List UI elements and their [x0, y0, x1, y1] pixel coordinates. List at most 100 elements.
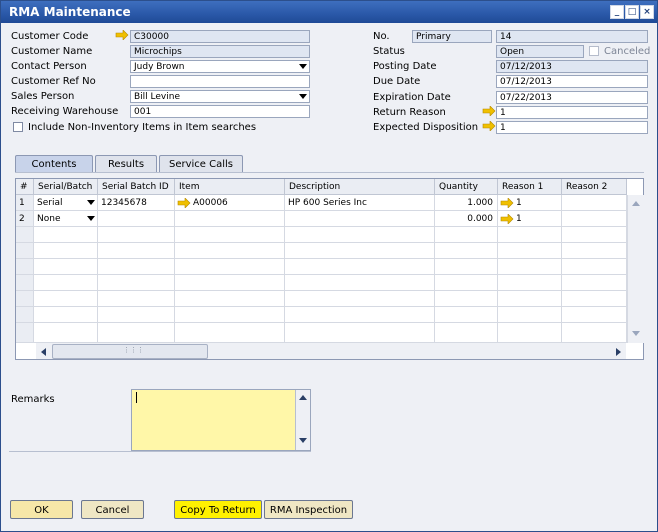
serial-batch-select[interactable]: None [34, 211, 98, 227]
column-header-reason-1[interactable]: Reason 1 [498, 179, 562, 195]
reason-2-cell[interactable] [562, 211, 627, 227]
tab-divider [15, 172, 644, 173]
remarks-textarea[interactable] [131, 389, 311, 451]
no-label: No. [373, 31, 390, 42]
sales-person-label: Sales Person [11, 91, 75, 102]
scroll-up-icon[interactable] [631, 199, 641, 207]
column-header-description[interactable]: Description [285, 179, 435, 195]
posting-date-label: Posting Date [373, 61, 437, 72]
scroll-down-icon[interactable] [298, 437, 308, 445]
horizontal-scrollbar[interactable]: ⋮⋮⋮ [36, 343, 626, 359]
include-noninv-checkbox[interactable] [13, 122, 23, 132]
column-header-reason-2[interactable]: Reason 2 [562, 179, 627, 195]
vertical-scrollbar[interactable] [627, 195, 644, 343]
sales-person-value: Bill Levine [134, 92, 180, 102]
horizontal-scroll-thumb[interactable]: ⋮⋮⋮ [52, 344, 208, 359]
maximize-icon[interactable]: □ [625, 5, 639, 19]
return-reason-field[interactable]: 1 [496, 106, 648, 119]
column-header-serial-batch[interactable]: Serial/Batch [34, 179, 98, 195]
customer-code-field[interactable]: C30000 [130, 30, 310, 43]
customer-ref-label: Customer Ref No [11, 76, 96, 87]
quantity-cell[interactable]: 0.000 [435, 211, 498, 227]
ok-button[interactable]: OK [10, 500, 73, 519]
grid-lines [97, 227, 562, 343]
sales-person-select[interactable]: Bill Levine [130, 90, 310, 103]
due-date-label: Due Date [373, 76, 421, 87]
quantity-cell[interactable]: 1.000 [435, 195, 498, 211]
series-field[interactable]: Primary [412, 30, 492, 43]
chevron-down-icon[interactable] [87, 200, 95, 205]
remarks-label: Remarks [11, 394, 55, 405]
row-number[interactable]: 2 [16, 211, 34, 227]
item-code: A00006 [193, 198, 228, 208]
reason-1-cell[interactable]: 1 [498, 211, 562, 227]
contact-person-label: Contact Person [11, 61, 87, 72]
close-icon[interactable]: × [640, 5, 654, 19]
reason-1-value: 1 [516, 214, 522, 224]
return-reason-label: Return Reason [373, 107, 446, 118]
customer-ref-field[interactable] [130, 75, 310, 88]
expected-disposition-field[interactable]: 1 [496, 121, 648, 134]
expiration-date-field[interactable]: 07/22/2013 [496, 91, 648, 104]
contact-person-select[interactable]: Judy Brown [130, 60, 310, 73]
serial-batch-value: None [37, 214, 61, 224]
item-cell[interactable]: A00006 [175, 195, 285, 211]
scroll-right-icon[interactable] [615, 347, 623, 357]
remarks-divider [9, 451, 311, 452]
link-arrow-icon[interactable] [500, 214, 514, 224]
copy-to-return-button[interactable]: Copy To Return [174, 500, 262, 519]
status-label: Status [373, 46, 405, 57]
link-arrow-icon[interactable] [500, 198, 514, 208]
item-cell[interactable] [175, 211, 285, 227]
column-header-quantity[interactable]: Quantity [435, 179, 498, 195]
receiving-warehouse-field[interactable]: 001 [130, 105, 310, 118]
document-number-field[interactable]: 14 [496, 30, 648, 43]
due-date-field[interactable]: 07/12/2013 [496, 75, 648, 88]
column-header-serial-batch-id[interactable]: Serial Batch ID [98, 179, 175, 195]
remarks-scrollbar[interactable] [295, 390, 310, 450]
row-number[interactable]: 1 [16, 195, 34, 211]
chevron-down-icon[interactable] [299, 94, 307, 99]
customer-name-label: Customer Name [11, 46, 93, 57]
title-bar[interactable]: RMA Maintenance _ □ × [1, 1, 657, 23]
column-header-item[interactable]: Item [175, 179, 285, 195]
description-cell[interactable] [285, 211, 435, 227]
column-header-number[interactable]: # [16, 179, 34, 195]
canceled-label: Canceled [604, 46, 651, 57]
link-arrow-icon[interactable] [482, 121, 496, 131]
serial-batch-select[interactable]: Serial [34, 195, 98, 211]
tab-results[interactable]: Results [95, 155, 157, 172]
grip-icon: ⋮⋮⋮ [123, 346, 144, 354]
scroll-down-icon[interactable] [631, 330, 641, 338]
serial-batch-value: Serial [37, 198, 63, 208]
receiving-warehouse-label: Receiving Warehouse [11, 106, 119, 117]
status-field: Open [496, 45, 584, 58]
link-arrow-icon[interactable] [482, 106, 496, 116]
include-noninv-label: Include Non-Inventory Items in Item sear… [28, 122, 257, 133]
serial-batch-id-cell[interactable] [98, 211, 175, 227]
reason-2-cell[interactable] [562, 195, 627, 211]
cancel-button[interactable]: Cancel [81, 500, 144, 519]
canceled-checkbox[interactable] [589, 46, 599, 56]
posting-date-field[interactable]: 07/12/2013 [496, 60, 648, 73]
minimize-icon[interactable]: _ [610, 5, 624, 19]
scroll-up-icon[interactable] [298, 393, 308, 401]
tab-service-calls[interactable]: Service Calls [159, 155, 243, 172]
tab-contents[interactable]: Contents [15, 155, 93, 172]
expiration-date-label: Expiration Date [373, 92, 451, 103]
link-arrow-icon[interactable] [177, 198, 191, 208]
description-cell[interactable]: HP 600 Series Inc [285, 195, 435, 211]
reason-1-cell[interactable]: 1 [498, 195, 562, 211]
rma-inspection-button[interactable]: RMA Inspection [264, 500, 353, 519]
rma-maintenance-window: RMA Maintenance _ □ × Customer Code C300… [0, 0, 658, 532]
serial-batch-id-cell[interactable]: 12345678 [98, 195, 175, 211]
expected-disposition-label: Expected Disposition [373, 122, 479, 133]
scroll-left-icon[interactable] [39, 347, 47, 357]
contents-grid: # Serial/Batch Serial Batch ID Item Desc… [15, 178, 644, 360]
contact-person-value: Judy Brown [134, 62, 185, 72]
link-arrow-icon[interactable] [115, 30, 129, 40]
chevron-down-icon[interactable] [299, 64, 307, 69]
chevron-down-icon[interactable] [87, 216, 95, 221]
text-cursor [136, 392, 137, 403]
customer-name-field[interactable]: Microchips [130, 45, 310, 58]
